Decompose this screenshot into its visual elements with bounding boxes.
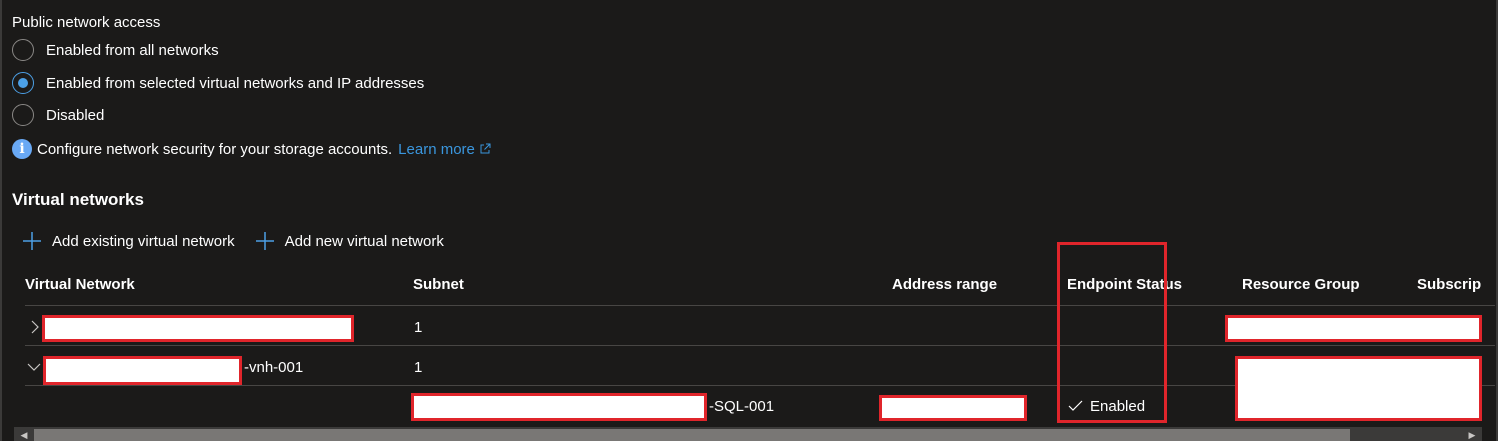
row-divider xyxy=(25,345,1495,346)
add-existing-virtual-network-button[interactable]: Add existing virtual network xyxy=(22,231,235,251)
scroll-right-arrow-icon[interactable]: ▶ xyxy=(1466,429,1478,441)
header-divider xyxy=(25,305,1495,306)
learn-more-link[interactable]: Learn more xyxy=(398,141,491,158)
info-text: Configure network security for your stor… xyxy=(37,140,393,158)
radio-enabled-selected-networks[interactable]: Enabled from selected virtual networks a… xyxy=(12,71,424,95)
endpoint-status-highlight xyxy=(1057,242,1167,423)
column-header-resource-group[interactable]: Resource Group xyxy=(1242,276,1360,293)
redacted-resource-group xyxy=(1235,356,1482,421)
info-icon: i xyxy=(12,139,32,159)
redacted-address-range xyxy=(879,395,1027,421)
horizontal-scrollbar[interactable]: ◀ ▶ xyxy=(14,427,1482,441)
radio-button[interactable] xyxy=(12,104,34,126)
redacted-subnet-name xyxy=(411,393,707,421)
radio-disabled[interactable]: Disabled xyxy=(12,103,104,127)
learn-more-label: Learn more xyxy=(398,140,475,158)
redacted-virtual-network-name xyxy=(43,356,242,385)
radio-label: Enabled from selected virtual networks a… xyxy=(46,74,425,92)
scroll-left-arrow-icon[interactable]: ◀ xyxy=(18,429,30,441)
radio-label: Enabled from all networks xyxy=(46,41,219,59)
add-existing-label: Add existing virtual network xyxy=(52,232,235,250)
column-header-subscription[interactable]: Subscrip xyxy=(1417,276,1481,293)
column-header-virtual-network[interactable]: Virtual Network xyxy=(25,276,135,293)
redacted-virtual-network-name xyxy=(42,315,354,342)
external-link-icon xyxy=(480,143,491,154)
radio-button[interactable] xyxy=(12,39,34,61)
plus-icon xyxy=(255,232,274,250)
info-message: i Configure network security for your st… xyxy=(12,139,491,159)
row-2-network-suffix: -vnh-001 xyxy=(244,359,304,376)
row-3-subnet-suffix: -SQL-001 xyxy=(709,398,775,415)
public-network-access-label: Public network access xyxy=(12,14,161,31)
virtual-networks-toolbar: Add existing virtual network Add new vir… xyxy=(22,229,464,253)
chevron-right-icon[interactable] xyxy=(28,320,42,334)
scrollbar-thumb[interactable] xyxy=(34,429,1350,441)
radio-button-checked[interactable] xyxy=(12,72,34,94)
column-header-subnet[interactable]: Subnet xyxy=(413,276,464,293)
row-2-subnet: 1 xyxy=(414,359,423,376)
redacted-resource-group xyxy=(1225,315,1482,342)
virtual-networks-title: Virtual networks xyxy=(12,190,144,209)
plus-icon xyxy=(23,232,41,250)
chevron-down-icon[interactable] xyxy=(27,360,41,374)
add-new-virtual-network-button[interactable]: Add new virtual network xyxy=(255,231,444,251)
add-new-label: Add new virtual network xyxy=(284,232,444,250)
radio-enabled-all-networks[interactable]: Enabled from all networks xyxy=(12,38,219,62)
radio-label: Disabled xyxy=(46,106,105,124)
row-1-subnet: 1 xyxy=(414,319,423,336)
column-header-address-range[interactable]: Address range xyxy=(892,276,997,293)
